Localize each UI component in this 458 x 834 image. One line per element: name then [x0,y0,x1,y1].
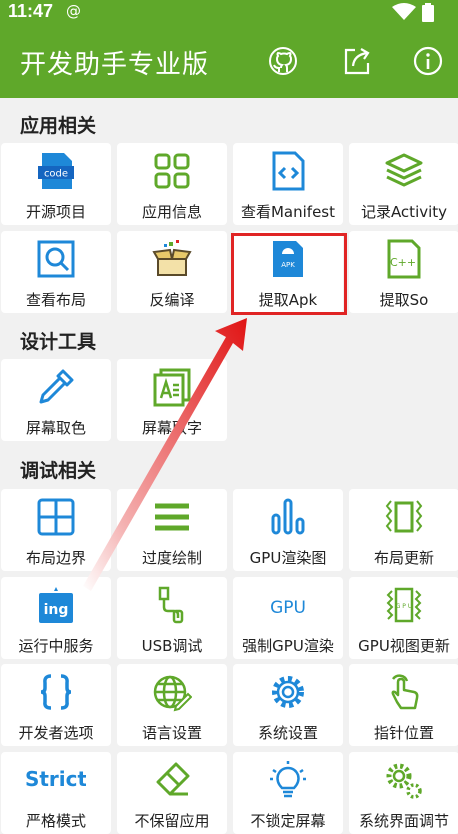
tool-layout-bounds[interactable]: 布局边界 [1,489,111,571]
manifest-icon [272,151,305,191]
so-file-icon: C++ [387,239,421,279]
gpu-icon-text: GPU [270,598,306,618]
gears-icon [386,763,422,799]
tool-label: 屏幕取色 [25,419,86,437]
app-title: 开发助手专业版 [20,50,210,80]
tool-label: 开发者选项 [18,724,94,742]
info-icon[interactable] [413,46,443,76]
highlight-box [231,233,347,315]
tool-label: 指针位置 [373,724,434,742]
tool-label: 查看布局 [25,291,86,309]
tool-dont-keep-activities[interactable]: 不保留应用 [117,752,227,834]
tool-extract-so[interactable]: C++ 提取So [349,231,458,313]
github-icon[interactable] [268,46,298,76]
tool-layout-update[interactable]: 布局更新 [349,489,458,571]
so-icon-text: C++ [390,256,416,269]
gear-icon [272,676,304,708]
tool-system-settings[interactable]: 系统设置 [233,664,343,746]
tool-label: 提取So [379,291,429,309]
tool-label: 布局边界 [25,549,86,567]
code-icon-text: code [44,169,68,180]
tool-label: 运行中服务 [18,637,94,655]
tool-system-ui-tuner[interactable]: 系统界面调节 [349,752,458,834]
wifi-icon [392,3,416,20]
tool-strict-mode[interactable]: Strict 严格模式 [1,752,111,834]
tool-record-activity[interactable]: 记录Activity [349,143,458,225]
braces-icon [40,674,72,710]
tool-label: 布局更新 [373,549,434,567]
tool-label: 应用信息 [141,203,202,221]
app-bar: 开发助手专业版 [0,24,458,98]
box-icon [152,240,192,276]
tool-label: 系统设置 [257,724,318,742]
tool-usb-debug[interactable]: USB调试 [117,577,227,659]
tool-label: 严格模式 [25,812,86,830]
tool-pick-text[interactable]: 屏幕取字 [117,359,227,441]
tool-overdraw[interactable]: 过度绘制 [117,489,227,571]
layout-update-icon [385,500,423,533]
tool-label: GPU渲染图 [249,549,327,567]
tool-running-services[interactable]: ing 运行中服务 [1,577,111,659]
dropper-icon [39,369,74,404]
layout-bounds-icon [37,498,75,536]
tool-developer-options[interactable]: 开发者选项 [1,664,111,746]
tool-stay-awake[interactable]: 不锁定屏幕 [233,752,343,834]
tool-app-info[interactable]: 应用信息 [117,143,227,225]
battery-icon [422,3,434,22]
tool-label: 不锁定屏幕 [250,812,326,830]
grid-icon [154,153,190,189]
tool-label: 记录Activity [360,203,448,221]
status-time: 11:47 [8,1,54,21]
tool-label: GPU视图更新 [358,637,450,655]
strict-icon-text: Strict [26,767,86,791]
share-icon[interactable] [342,46,372,76]
tool-label: 屏幕取字 [141,419,202,437]
layers-icon [385,153,423,187]
tool-label: 过度绘制 [141,549,202,567]
tool-open-source[interactable]: code 开源项目 [1,143,111,225]
tool-force-gpu[interactable]: GPU 强制GPU渲染 [233,577,343,659]
bulb-icon [270,761,306,798]
gpu-chip-text: G P U [396,603,412,610]
tool-view-layout[interactable]: 查看布局 [1,231,111,313]
tool-label: 系统界面调节 [358,812,449,830]
gpu-chip-icon: G P U [386,587,422,623]
globe-icon [153,675,192,712]
tool-view-manifest[interactable]: 查看Manifest [233,143,343,225]
tool-decompile[interactable]: 反编译 [117,231,227,313]
bar-chart-icon [271,498,305,535]
eraser-icon [156,762,190,796]
pointer-icon [391,674,419,710]
section-title-debug: 调试相关 [20,460,97,482]
text-extract-icon [153,368,191,407]
section-title-app: 应用相关 [20,115,97,137]
tool-label: 查看Manifest [240,203,335,221]
section-title-design: 设计工具 [20,331,97,353]
layout-search-icon [37,240,75,278]
gpu-text-icon: GPU [270,598,306,618]
tool-label: USB调试 [141,637,203,655]
tool-label: 强制GPU渲染 [242,637,334,655]
ing-icon-text: ing [44,602,69,618]
tool-label: 开源项目 [25,203,86,221]
strict-icon: Strict [26,767,86,791]
menu-lines-icon [155,503,189,531]
usb-icon [158,586,184,624]
tool-pick-color[interactable]: 屏幕取色 [1,359,111,441]
tool-label: 不保留应用 [134,812,210,830]
tool-pointer-location[interactable]: 指针位置 [349,664,458,746]
status-bar: 11:47 @ [0,0,458,24]
tool-label: 语言设置 [141,724,202,742]
tool-gpu-view-update[interactable]: G P U GPU视图更新 [349,577,458,659]
tool-label: 反编译 [149,291,195,309]
notification-at-icon: @ [66,2,81,20]
code-icon: code [38,153,74,189]
running-service-icon: ing [39,587,73,623]
tool-gpu-render-graph[interactable]: GPU渲染图 [233,489,343,571]
tool-language-settings[interactable]: 语言设置 [117,664,227,746]
